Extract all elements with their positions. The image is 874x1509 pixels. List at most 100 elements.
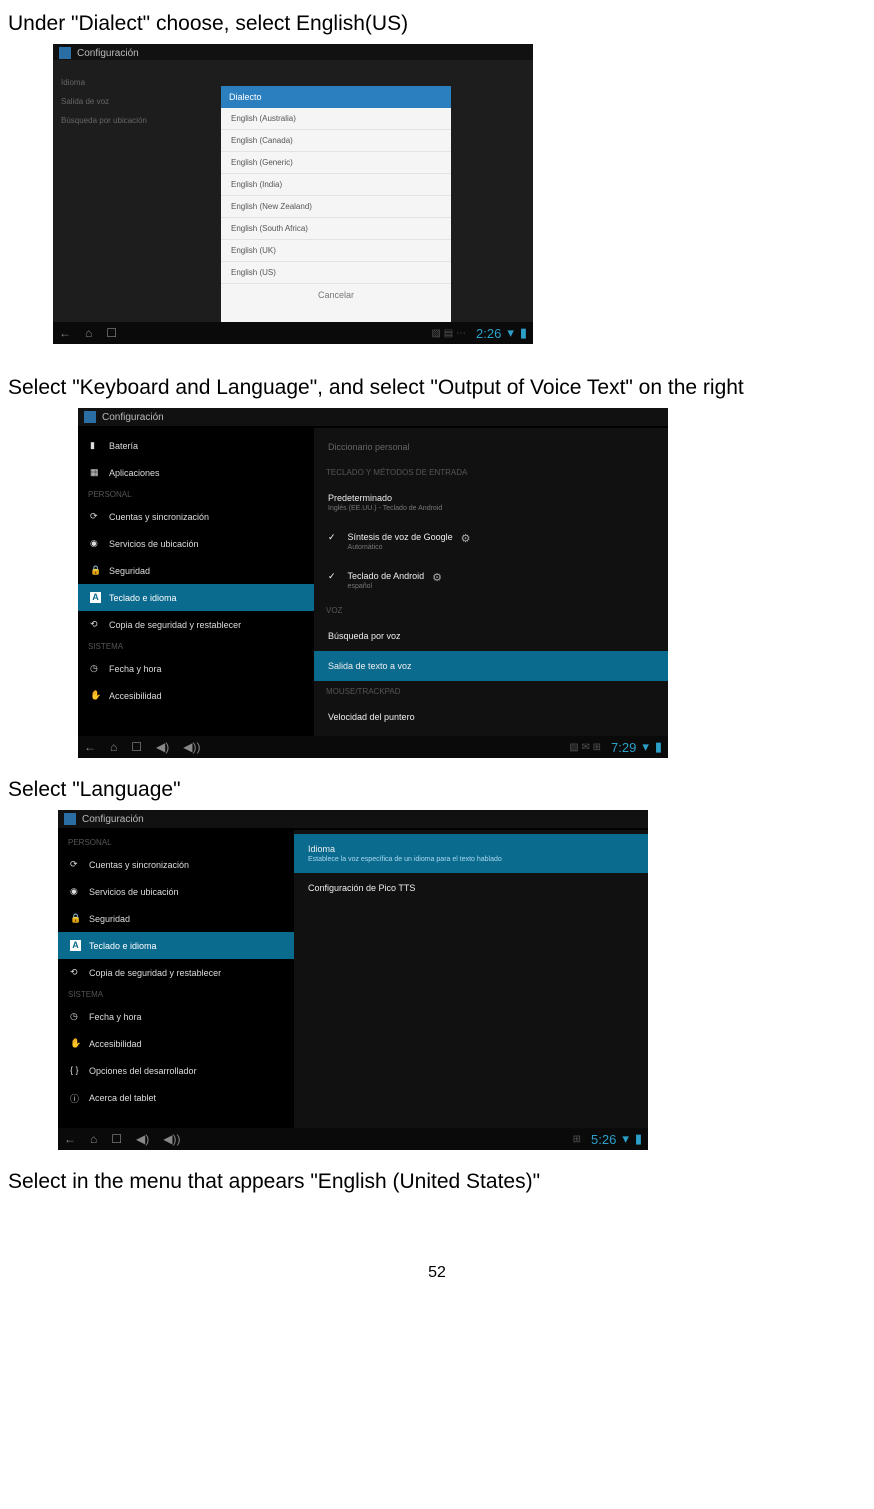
accessibility-icon: ✋ <box>90 690 101 701</box>
volume-down-icon[interactable]: ◀) <box>156 740 169 754</box>
home-icon[interactable]: ⌂ <box>90 1132 97 1146</box>
sidebar-item: Salida de voz <box>61 97 200 106</box>
check-icon <box>328 532 340 543</box>
recents-icon[interactable]: ☐ <box>106 326 117 340</box>
sidebar-item-accounts[interactable]: ⟳Cuentas y sincronización <box>58 851 294 878</box>
sidebar-item-backup[interactable]: ⟲Copia de seguridad y restablecer <box>58 959 294 986</box>
dialect-option[interactable]: English (Canada) <box>221 130 451 152</box>
instruction-step-2: Select "Keyboard and Language", and sele… <box>8 376 866 400</box>
detail-item-dictionary[interactable]: Diccionario personal <box>314 432 668 462</box>
gear-icon <box>64 813 76 825</box>
battery-icon: ▮ <box>635 1131 642 1147</box>
page-number: 52 <box>8 1264 866 1282</box>
dev-icon: { } <box>70 1065 81 1076</box>
info-icon: ⓘ <box>70 1092 81 1103</box>
detail-item-android-keyboard[interactable]: Teclado de Androidespañol⚙ <box>314 561 668 600</box>
header-title: Configuración <box>77 48 139 59</box>
battery-icon: ▮ <box>520 325 527 341</box>
sidebar-item-about[interactable]: ⓘAcerca del tablet <box>58 1084 294 1111</box>
volume-down-icon[interactable]: ◀) <box>136 1132 149 1146</box>
clock-icon: ◷ <box>70 1011 81 1022</box>
dialect-option[interactable]: English (New Zealand) <box>221 196 451 218</box>
dialect-option[interactable]: English (UK) <box>221 240 451 262</box>
back-icon[interactable]: ← <box>59 326 71 340</box>
sidebar-item-accessibility[interactable]: ✋Accesibilidad <box>78 682 314 709</box>
sliders-icon[interactable]: ⚙ <box>461 532 471 545</box>
back-icon[interactable]: ← <box>64 1132 76 1146</box>
gear-icon <box>59 47 71 59</box>
sidebar-item-apps[interactable]: ▦Aplicaciones <box>78 459 314 486</box>
dialect-option[interactable]: English (US) <box>221 262 451 284</box>
detail-item-pico-tts[interactable]: Configuración de Pico TTS <box>294 873 648 903</box>
sidebar-item-security[interactable]: 🔒Seguridad <box>78 557 314 584</box>
screenshot-keyboard-language: Configuración ▮Batería ▦Aplicaciones PER… <box>78 408 668 758</box>
volume-up-icon[interactable]: ◀)) <box>183 740 200 754</box>
sidebar-item-keyboard[interactable]: ATeclado e idioma <box>58 932 294 959</box>
window-header: Configuración <box>58 810 648 828</box>
sliders-icon[interactable]: ⚙ <box>432 571 442 584</box>
detail-item-voice-search[interactable]: Búsqueda por voz <box>314 621 668 651</box>
dialect-option[interactable]: English (Generic) <box>221 152 451 174</box>
sidebar-item-location[interactable]: ◉Servicios de ubicación <box>78 530 314 557</box>
dialog-title: Dialecto <box>221 86 451 108</box>
category-system: SISTEMA <box>78 638 314 655</box>
sidebar-item-accounts[interactable]: ⟳Cuentas y sincronización <box>78 503 314 530</box>
sidebar-item-datetime[interactable]: ◷Fecha y hora <box>58 1003 294 1030</box>
cancel-button[interactable]: Cancelar <box>221 284 451 306</box>
sidebar-item-backup[interactable]: ⟲Copia de seguridad y restablecer <box>78 611 314 638</box>
dialect-option[interactable]: English (India) <box>221 174 451 196</box>
sidebar-item-developer[interactable]: { }Opciones del desarrollador <box>58 1057 294 1084</box>
recents-icon[interactable]: ☐ <box>131 740 142 754</box>
sidebar-item-keyboard[interactable]: ATeclado e idioma <box>78 584 314 611</box>
header-title: Configuración <box>82 814 144 825</box>
dimmed-sidebar: Idioma Salida de voz Búsqueda por ubicac… <box>53 60 208 322</box>
location-icon: ◉ <box>70 886 81 897</box>
window-header: Configuración <box>78 408 668 426</box>
lock-icon: 🔒 <box>90 565 101 576</box>
status-bar: ← ⌂ ☐ ◀) ◀)) ▧ ✉ ⊞ 7:29 ▾ ▮ <box>78 736 668 758</box>
settings-sidebar: ▮Batería ▦Aplicaciones PERSONAL ⟳Cuentas… <box>78 428 314 736</box>
screenshot-language: Configuración PERSONAL ⟳Cuentas y sincro… <box>58 810 648 1150</box>
backup-icon: ⟲ <box>90 619 101 630</box>
screenshot-dialect-dialog: Configuración Idioma Salida de voz Búsqu… <box>53 44 533 344</box>
detail-item-default[interactable]: PredeterminadoInglés (EE.UU.) - Teclado … <box>314 483 668 522</box>
section-teclado: TECLADO Y MÉTODOS DE ENTRADA <box>314 462 668 483</box>
settings-detail: Idioma Establece la voz específica de un… <box>294 830 648 1128</box>
accessibility-icon: ✋ <box>70 1038 81 1049</box>
sync-icon: ⟳ <box>90 511 101 522</box>
sync-icon: ⟳ <box>70 859 81 870</box>
tray-icon: ▧ ▤ ⋯ <box>432 328 466 339</box>
recents-icon[interactable]: ☐ <box>111 1132 122 1146</box>
volume-up-icon[interactable]: ◀)) <box>163 1132 180 1146</box>
battery-icon: ▮ <box>90 440 101 451</box>
detail-item-language[interactable]: Idioma Establece la voz específica de un… <box>294 834 648 873</box>
keyboard-icon: A <box>90 592 101 603</box>
detail-item-pointer-speed[interactable]: Velocidad del puntero <box>314 702 668 732</box>
detail-item-tts-output[interactable]: Salida de texto a voz <box>314 651 668 681</box>
clock-icon: ◷ <box>90 663 101 674</box>
back-icon[interactable]: ← <box>84 740 96 754</box>
location-icon: ◉ <box>90 538 101 549</box>
section-mouse: MOUSE/TRACKPAD <box>314 681 668 702</box>
sidebar-item: Idioma <box>61 78 200 87</box>
home-icon[interactable]: ⌂ <box>110 740 117 754</box>
sidebar-item-accessibility[interactable]: ✋Accesibilidad <box>58 1030 294 1057</box>
instruction-step-1: Under "Dialect" choose, select English(U… <box>8 12 866 36</box>
status-bar: ← ⌂ ☐ ◀) ◀)) ⊞ 5:26 ▾ ▮ <box>58 1128 648 1150</box>
status-time: 2:26 <box>476 326 501 341</box>
home-icon[interactable]: ⌂ <box>85 326 92 340</box>
dialect-option[interactable]: English (South Africa) <box>221 218 451 240</box>
dialect-option[interactable]: English (Australia) <box>221 108 451 130</box>
category-system: SISTEMA <box>58 986 294 1003</box>
wifi-icon: ▾ <box>507 325 514 341</box>
category-personal: PERSONAL <box>78 486 314 503</box>
sidebar-item-datetime[interactable]: ◷Fecha y hora <box>78 655 314 682</box>
category-personal: PERSONAL <box>58 834 294 851</box>
detail-item-google-voice[interactable]: Síntesis de voz de GoogleAutomático⚙ <box>314 522 668 561</box>
settings-detail: Diccionario personal TECLADO Y MÉTODOS D… <box>314 428 668 736</box>
sidebar-item-security[interactable]: 🔒Seguridad <box>58 905 294 932</box>
instruction-step-3: Select "Language" <box>8 778 866 802</box>
sidebar-item-location[interactable]: ◉Servicios de ubicación <box>58 878 294 905</box>
gear-icon <box>84 411 96 423</box>
sidebar-item-battery[interactable]: ▮Batería <box>78 432 314 459</box>
